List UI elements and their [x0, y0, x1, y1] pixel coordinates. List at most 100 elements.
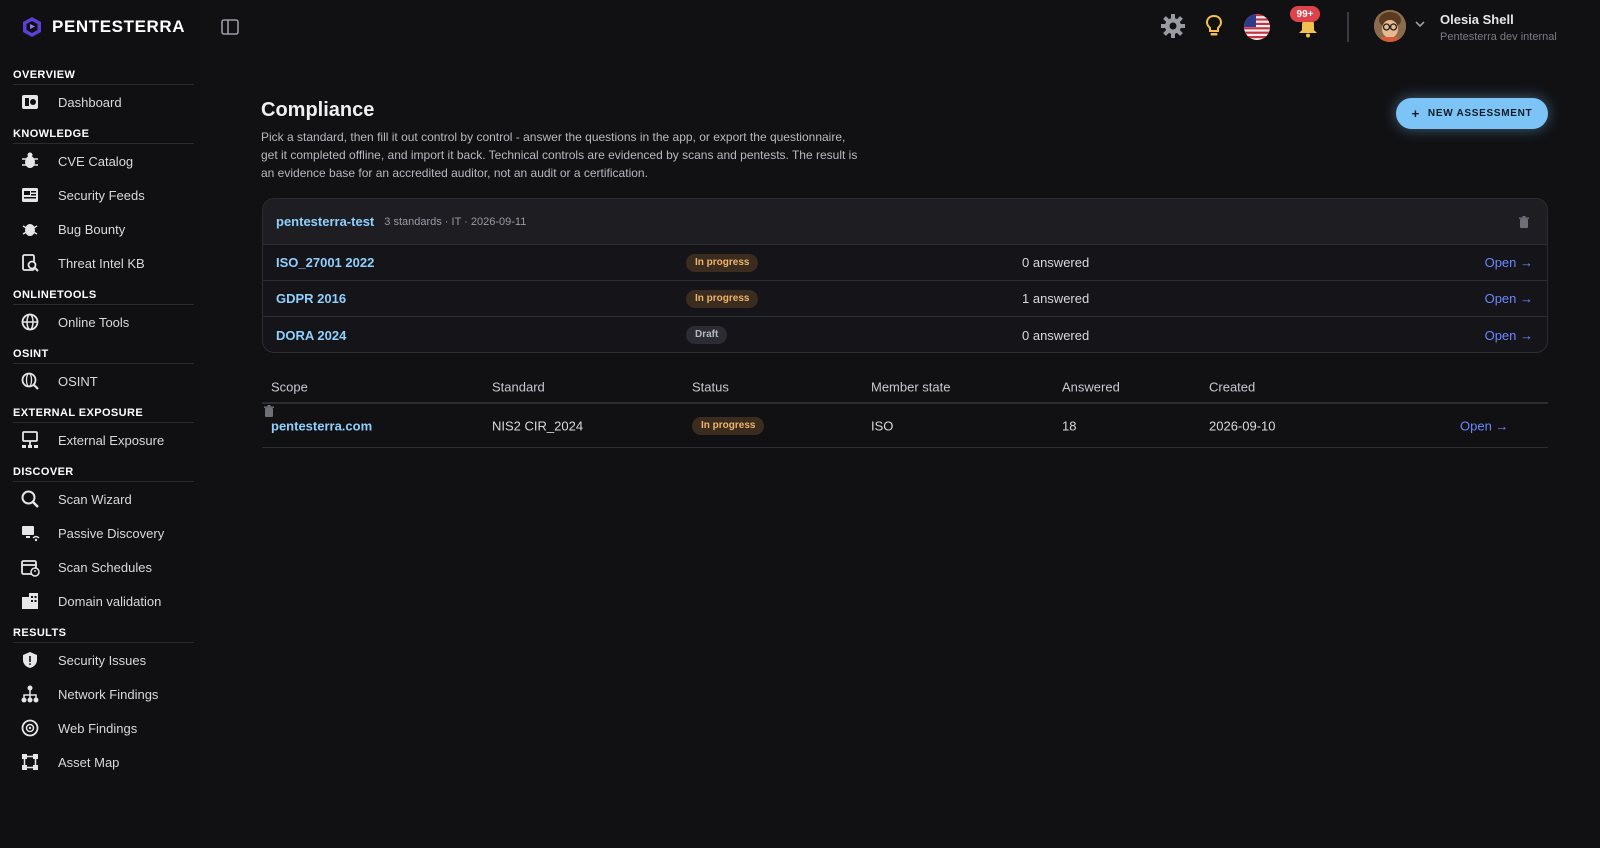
plus-icon: +	[1411, 106, 1420, 121]
sidebar-item-asset-map[interactable]: Asset Map	[0, 745, 200, 779]
nav-section-onlinetools: ONLINETOOLS	[13, 285, 194, 305]
us-flag-icon[interactable]	[1243, 13, 1271, 41]
assessment-group-title[interactable]: pentesterra-test	[276, 214, 374, 229]
sidebar-nav: OVERVIEW Dashboard KNOWLEDGE CVE Catalog…	[0, 65, 200, 779]
open-link[interactable]: Open →	[1485, 291, 1533, 306]
hierarchy-icon	[21, 685, 39, 703]
open-link[interactable]: Open →	[1485, 328, 1533, 343]
monitor-wifi-icon	[22, 526, 40, 542]
sidebar-item-label: OSINT	[58, 373, 98, 389]
open-link[interactable]: Open →	[1460, 418, 1508, 433]
shield-icon	[23, 652, 37, 668]
column-header-status[interactable]: Status	[692, 380, 729, 395]
dashboard-icon	[22, 95, 38, 109]
sidebar-item-web-findings[interactable]: Web Findings	[0, 711, 200, 745]
user-org: Pentesterra dev internal	[1440, 31, 1557, 43]
nav-section-external-exposure: EXTERNAL EXPOSURE	[13, 403, 194, 423]
avatar-face-icon	[1374, 10, 1406, 42]
brand[interactable]: PENTESTERRA	[22, 16, 185, 38]
assessment-group-card: pentesterra-test 3 standards · IT · 2026…	[262, 198, 1548, 353]
trash-icon[interactable]	[1517, 215, 1531, 229]
status-badge: Draft	[686, 326, 728, 344]
building-icon	[22, 593, 38, 609]
sidebar-item-label: Network Findings	[58, 686, 159, 702]
notification-badge: 99+	[1290, 6, 1320, 22]
status-badge: In progress	[692, 416, 765, 435]
sidebar-item-domain-validation[interactable]: Domain validation	[0, 584, 200, 618]
bug-icon	[22, 152, 38, 168]
sidebar-item-label: Scan Wizard	[58, 491, 132, 507]
globe-search-icon	[21, 372, 39, 390]
web-icon	[21, 719, 39, 737]
created-cell: 2026-09-10	[1209, 418, 1276, 433]
sidebar-item-label: Passive Discovery	[58, 525, 165, 541]
calendar-icon	[21, 560, 40, 577]
sidebar-item-dashboard[interactable]: Dashboard	[0, 85, 200, 119]
gear-icon[interactable]	[1160, 13, 1186, 39]
topbar-divider	[1347, 12, 1349, 42]
standard-cell: NIS2 CIR_2024	[492, 418, 584, 433]
assessments-table: Scope Standard Status Member state Answe…	[262, 372, 1548, 448]
answered-count: 1 answered	[1022, 291, 1090, 306]
page-title: Compliance	[261, 99, 375, 121]
map-icon	[22, 754, 38, 770]
user-name[interactable]: Olesia Shell	[1440, 12, 1514, 27]
column-header-member-state[interactable]: Member state	[871, 380, 950, 395]
table-header: Scope Standard Status Member state Answe…	[262, 372, 1548, 404]
standard-row: GDPR 2016 In progress 1 answered Open →	[263, 281, 1547, 317]
sidebar: PENTESTERRA OVERVIEW Dashboard KNOWLEDGE…	[0, 0, 200, 848]
sidebar-item-online-tools[interactable]: Online Tools	[0, 305, 200, 339]
standard-name[interactable]: DORA 2024	[276, 328, 346, 343]
column-header-answered[interactable]: Answered	[1062, 380, 1120, 395]
nav-section-results: RESULTS	[13, 623, 194, 643]
lightbulb-icon[interactable]	[1203, 14, 1225, 38]
sidebar-item-security-issues[interactable]: Security Issues	[0, 643, 200, 677]
new-assessment-label: NEW ASSESSMENT	[1427, 108, 1533, 119]
sidebar-item-label: Online Tools	[58, 314, 130, 330]
sidebar-item-label: Dashboard	[58, 94, 122, 110]
sidebar-item-osint[interactable]: OSINT	[0, 364, 200, 398]
nav-section-knowledge: KNOWLEDGE	[13, 124, 194, 144]
avatar[interactable]	[1374, 10, 1406, 42]
standard-name[interactable]: ISO_27001 2022	[276, 255, 374, 270]
sidebar-item-cve-catalog[interactable]: CVE Catalog	[0, 144, 200, 178]
bug-icon	[22, 224, 38, 236]
pentesterra-logo-icon	[23, 17, 41, 37]
standard-name[interactable]: GDPR 2016	[276, 291, 346, 306]
column-header-standard[interactable]: Standard	[492, 380, 545, 395]
sidebar-item-scan-schedules[interactable]: Scan Schedules	[0, 550, 200, 584]
document-search-icon	[22, 254, 39, 272]
sidebar-item-network-findings[interactable]: Network Findings	[0, 677, 200, 711]
sidebar-item-label: Web Findings	[58, 720, 138, 736]
sidebar-item-label: Threat Intel KB	[58, 255, 145, 271]
sidebar-item-label: Security Issues	[58, 652, 147, 668]
new-assessment-button[interactable]: + NEW ASSESSMENT	[1396, 98, 1548, 129]
page-description: Pick a standard, then fill it out contro…	[261, 130, 858, 180]
sidebar-item-scan-wizard[interactable]: Scan Wizard	[0, 482, 200, 516]
trash-icon[interactable]	[262, 404, 276, 418]
column-header-scope[interactable]: Scope	[271, 380, 308, 395]
sidebar-item-label: Security Feeds	[58, 187, 145, 203]
status-badge: In progress	[686, 253, 759, 272]
sidebar-item-passive-discovery[interactable]: Passive Discovery	[0, 516, 200, 550]
standard-row: ISO_27001 2022 In progress 0 answered Op…	[263, 245, 1547, 281]
column-header-created[interactable]: Created	[1209, 380, 1255, 395]
search-icon	[21, 490, 39, 508]
chevron-down-icon[interactable]	[1414, 18, 1426, 30]
assessment-group-meta: 3 standards · IT · 2026-09-11	[384, 215, 527, 228]
sidebar-item-threat-intel-kb[interactable]: Threat Intel KB	[0, 246, 200, 280]
nav-section-overview: OVERVIEW	[13, 65, 194, 85]
sidebar-item-bug-bounty[interactable]: Bug Bounty	[0, 212, 200, 246]
sidebar-toggle-icon[interactable]	[220, 17, 240, 37]
scope-link[interactable]: pentesterra.com	[271, 418, 372, 433]
sidebar-item-external-exposure[interactable]: External Exposure	[0, 423, 200, 457]
globe-icon	[21, 313, 39, 331]
brand-name: PENTESTERRA	[52, 17, 186, 36]
news-icon	[22, 188, 38, 202]
answered-count: 0 answered	[1022, 255, 1090, 270]
open-link[interactable]: Open →	[1485, 255, 1533, 270]
sidebar-item-security-feeds[interactable]: Security Feeds	[0, 178, 200, 212]
answered-cell: 18	[1062, 418, 1077, 433]
nav-section-discover: DISCOVER	[13, 462, 194, 482]
sidebar-item-label: Scan Schedules	[58, 559, 152, 575]
